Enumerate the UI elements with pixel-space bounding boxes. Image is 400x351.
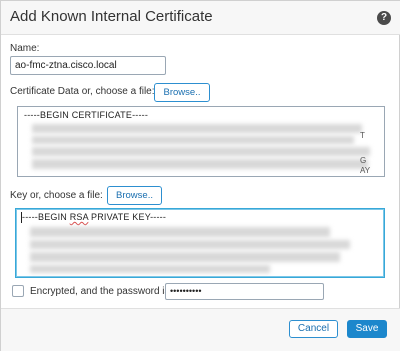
name-label: Name: xyxy=(10,43,40,54)
save-button[interactable]: Save xyxy=(347,320,387,338)
edge-fragment: AY xyxy=(360,166,371,175)
help-icon[interactable]: ? xyxy=(377,11,391,25)
dialog-title: Add Known Internal Certificate xyxy=(10,8,213,25)
redacted-block xyxy=(32,147,370,156)
cancel-button[interactable]: Cancel xyxy=(289,320,338,338)
password-input[interactable]: •••••••••• xyxy=(165,283,324,300)
redacted-block xyxy=(30,227,330,237)
redacted-block xyxy=(32,136,354,144)
dialog-footer: Cancel Save xyxy=(1,308,400,351)
redacted-block xyxy=(32,159,368,169)
name-input[interactable]: ao-fmc-ztna.cisco.local xyxy=(10,56,166,75)
redacted-block xyxy=(30,252,340,262)
redacted-block xyxy=(30,240,350,249)
certificate-label: Certificate Data or, choose a file: xyxy=(10,86,155,97)
private-key-textarea[interactable]: -----BEGIN RSA PRIVATE KEY----- xyxy=(15,208,385,278)
edge-fragment: T xyxy=(360,131,365,140)
certificate-data-textarea[interactable]: -----BEGIN CERTIFICATE----- T G AY xyxy=(17,106,385,177)
certificate-first-line: -----BEGIN CERTIFICATE----- xyxy=(24,110,149,120)
key-browse-button[interactable]: Browse.. xyxy=(107,186,162,205)
certificate-browse-button[interactable]: Browse.. xyxy=(154,83,210,102)
edge-fragment: G xyxy=(360,156,367,165)
key-label: Key or, choose a file: xyxy=(10,190,103,201)
dialog-header: Add Known Internal Certificate ? xyxy=(1,1,400,35)
encrypted-label: Encrypted, and the password is: xyxy=(30,286,173,297)
redacted-block xyxy=(30,265,270,273)
private-key-first-line: -----BEGIN RSA PRIVATE KEY----- xyxy=(22,212,167,222)
add-certificate-dialog: Add Known Internal Certificate ? Name: a… xyxy=(0,0,400,351)
redacted-block xyxy=(32,124,362,133)
encrypted-checkbox[interactable] xyxy=(12,285,24,297)
